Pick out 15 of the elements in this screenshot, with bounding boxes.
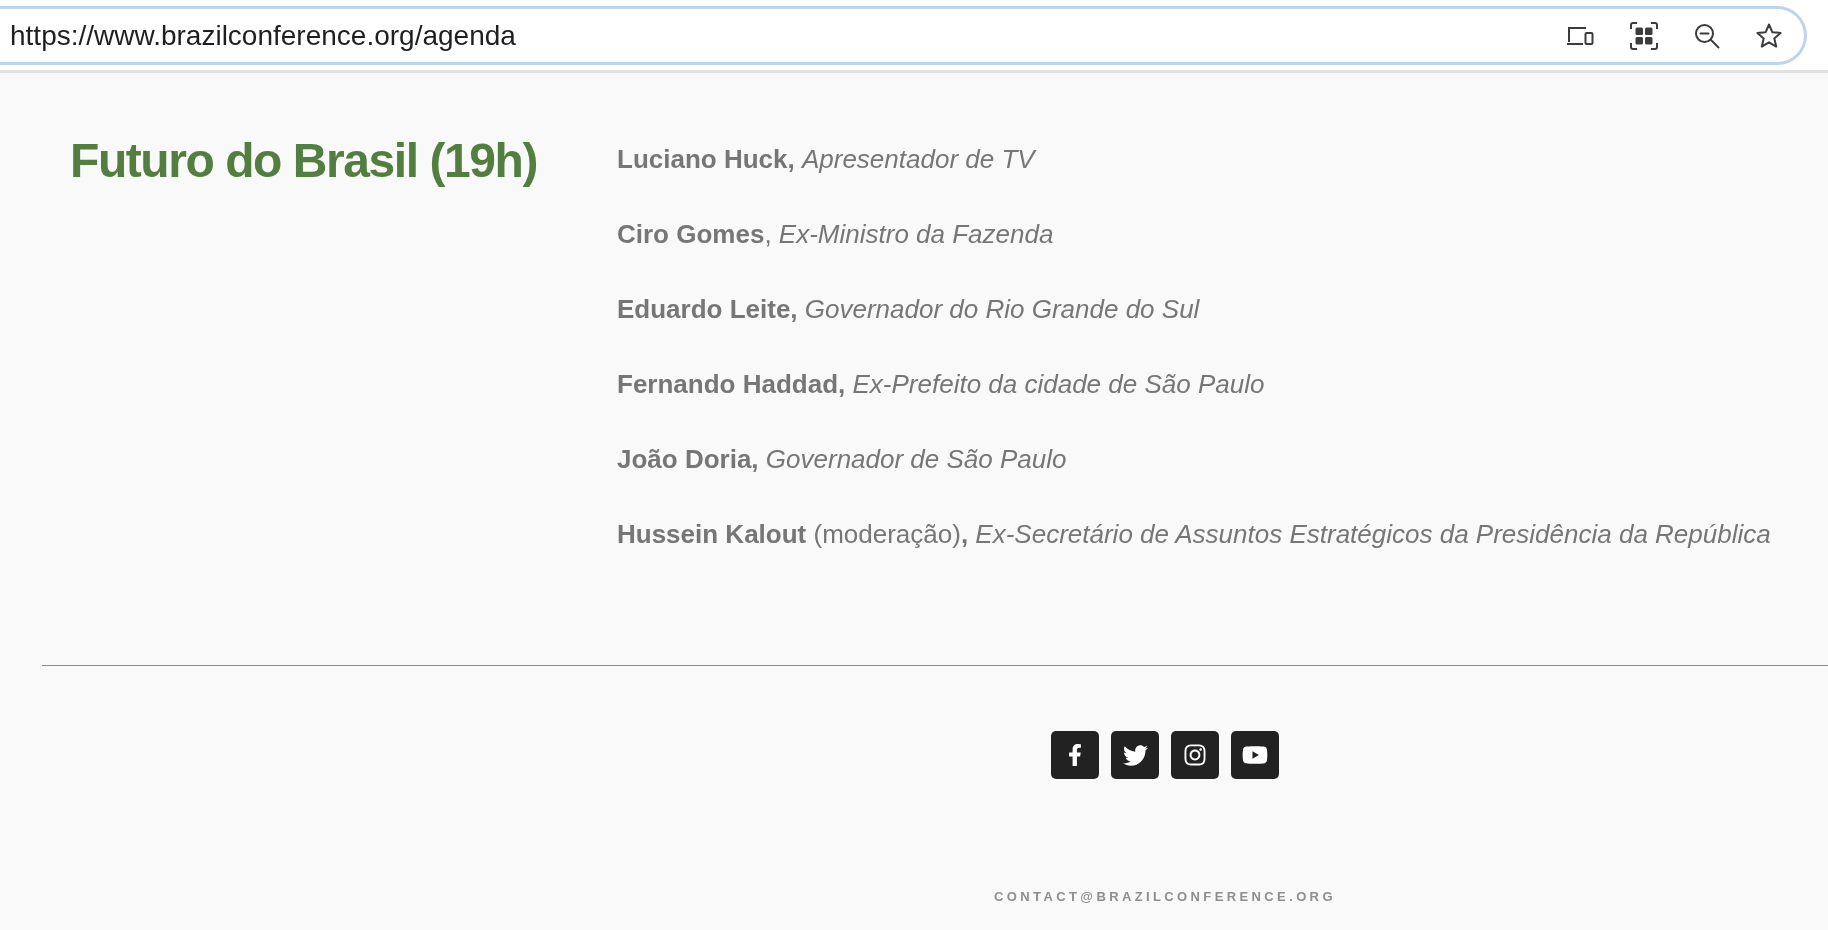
speaker-line: Luciano Huck, Apresentador de TV (617, 143, 1035, 175)
zoom-out-icon[interactable] (1694, 22, 1720, 49)
laptop-phone-icon[interactable] (1566, 25, 1594, 46)
speaker-line: Ciro Gomes, Ex-Ministro da Fazenda (617, 218, 1054, 250)
camera-icon[interactable] (1171, 731, 1219, 779)
grid-icon[interactable] (1630, 21, 1658, 50)
play-button-icon[interactable] (1231, 731, 1279, 779)
star-icon[interactable] (1756, 22, 1782, 49)
bird-icon[interactable] (1111, 731, 1159, 779)
speaker-line: Hussein Kalout (moderação), Ex-Secretário de Assuntos Estratégicos da Presidência da República (617, 518, 1771, 550)
speaker-line: João Doria, Governador de São Paulo (617, 443, 1067, 475)
session-title: Futuro do Brasil (19h) (70, 133, 538, 189)
facebook-icon[interactable] (1051, 731, 1099, 779)
speaker-line: Eduardo Leite, Governador do Rio Grande do Sul (617, 293, 1200, 325)
speaker-line: Fernando Haddad, Ex-Prefeito da cidade de São Paulo (617, 368, 1265, 400)
